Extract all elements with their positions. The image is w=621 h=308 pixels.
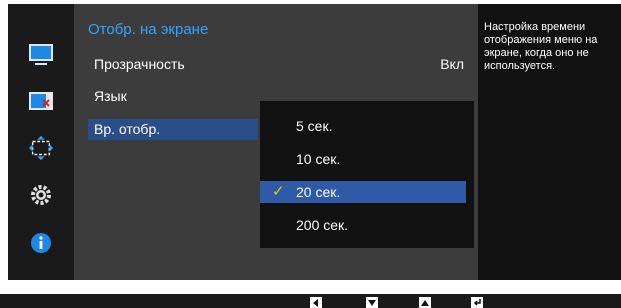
size-position-icon[interactable] xyxy=(28,135,54,161)
menu-item-value: Вкл xyxy=(440,56,464,72)
setup-icon[interactable] xyxy=(28,182,54,208)
enter-key-icon[interactable] xyxy=(471,297,483,308)
menu-title: Отобр. на экране xyxy=(88,21,209,38)
category-sidebar xyxy=(8,4,74,280)
option-20-sec[interactable]: ✓ 20 сек. xyxy=(260,181,466,203)
menu-item-label: Вр. отобр. xyxy=(94,121,161,137)
down-key-icon[interactable] xyxy=(366,297,378,308)
checkmark-icon: ✓ xyxy=(272,183,285,200)
option-200-sec[interactable]: 200 сек. xyxy=(260,214,466,236)
menu-item-label: Прозрачность xyxy=(94,56,185,72)
color-icon[interactable] xyxy=(28,88,54,114)
option-10-sec[interactable]: 10 сек. xyxy=(260,148,466,170)
menu-item-transparency[interactable]: Прозрачность Вкл xyxy=(88,54,468,75)
display-time-dropdown: 5 сек. 10 сек. ✓ 20 сек. 200 сек. xyxy=(260,101,474,248)
picture-icon[interactable] xyxy=(28,42,54,68)
menu-item-display-time[interactable]: Вр. отобр. xyxy=(88,119,258,140)
information-icon[interactable] xyxy=(28,230,54,256)
help-text: Настройка времени отображения меню на эк… xyxy=(484,21,598,72)
help-panel: Настройка времени отображения меню на эк… xyxy=(478,4,621,280)
left-key-icon[interactable] xyxy=(310,297,322,308)
menu-item-label: Язык xyxy=(94,88,127,104)
up-key-icon[interactable] xyxy=(419,297,431,308)
option-5-sec[interactable]: 5 сек. xyxy=(260,115,466,137)
